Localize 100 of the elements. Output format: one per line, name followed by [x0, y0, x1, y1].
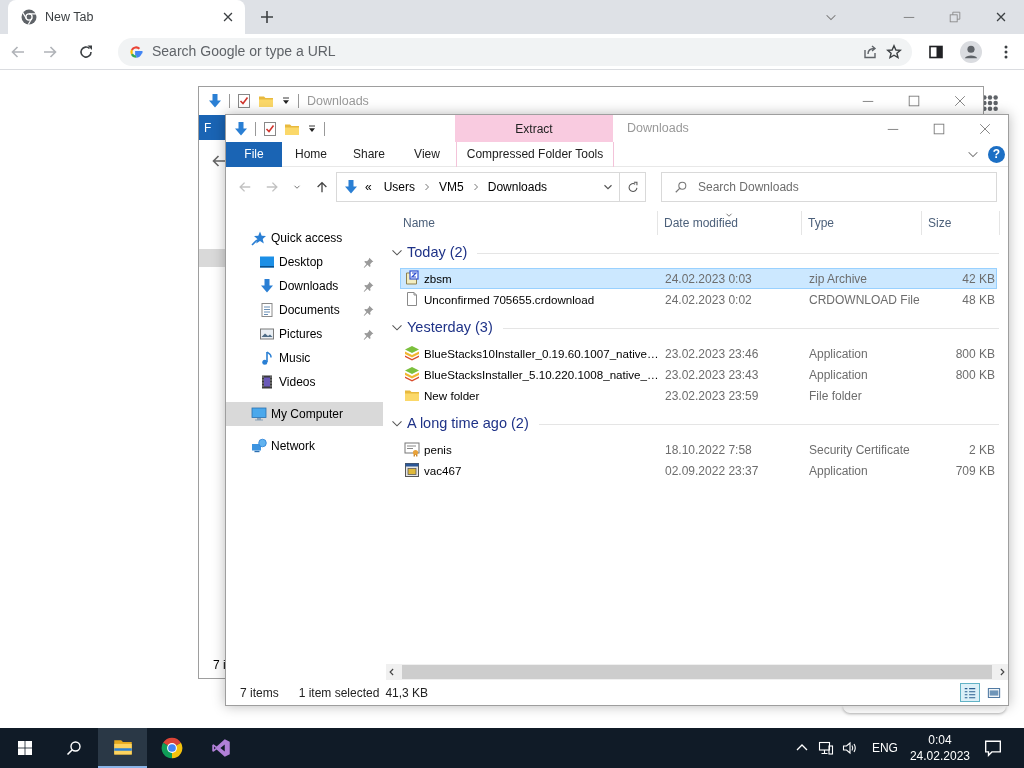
file-row[interactable]: penis 18.10.2022 7:58 Security Certificate 2 KB	[400, 439, 997, 460]
music-note-icon	[259, 350, 275, 366]
certificate-icon	[404, 441, 420, 458]
column-header[interactable]: Size	[922, 211, 1000, 235]
file-name: BlueStacks10Installer_0.19.60.1007_native…	[424, 345, 659, 362]
ribbon-tab[interactable]: View	[398, 141, 456, 167]
search-icon[interactable]	[65, 740, 82, 756]
search-icon	[674, 180, 688, 194]
nav-item[interactable]: Videos	[226, 370, 383, 394]
download-arrow-icon[interactable]	[207, 93, 223, 109]
file-name: penis	[424, 441, 452, 458]
browser-icon[interactable]	[160, 737, 183, 759]
file-type: CRDOWNLOAD File	[809, 292, 920, 307]
address-bar[interactable]: « Users VM5 Downloads	[336, 172, 646, 202]
status-text: 1 item selected	[298, 684, 380, 702]
language-indicator[interactable]: ENG	[871, 739, 898, 757]
file-row[interactable]: vac467 02.09.2022 23:37 Application 709 KB	[400, 460, 997, 481]
nav-item[interactable]: Quick access	[226, 226, 383, 250]
clock-date[interactable]: 24.02.2023	[909, 748, 970, 764]
address-bar[interactable]: Search Google or type a URL	[118, 37, 912, 66]
clock-time[interactable]: 0:04	[909, 732, 970, 748]
reload-icon[interactable]	[78, 43, 94, 60]
close-icon[interactable]	[994, 10, 1008, 24]
nav-item[interactable]: My Computer	[226, 402, 383, 426]
file-type: Application	[809, 463, 868, 478]
close-tab-icon[interactable]	[221, 10, 235, 24]
file-row[interactable]: New folder 23.02.2023 23:59 File folder	[400, 385, 997, 406]
file-date: 02.09.2022 23:37	[665, 463, 759, 478]
column-header[interactable]: Date modified	[658, 211, 802, 235]
document-icon	[259, 302, 275, 318]
close-icon[interactable]	[978, 121, 992, 136]
windows-logo-icon[interactable]	[16, 740, 33, 756]
ribbon-tab[interactable]: F	[199, 115, 225, 140]
new-tab-icon[interactable]	[259, 9, 275, 25]
volume-icon[interactable]	[841, 740, 858, 756]
download-arrow-icon[interactable]	[233, 120, 249, 137]
file-date: 23.02.2023 23:46	[665, 346, 759, 361]
file-type: zip Archive	[809, 271, 868, 286]
file-row[interactable]: Unconfirmed 705655.crdownload 24.02.2023 0:02 CRDOWNLOAD File 48 KB	[400, 289, 997, 310]
nav-item[interactable]: Documents	[226, 298, 383, 322]
file-date: 24.02.2023 0:03	[665, 271, 752, 286]
refresh-icon[interactable]	[625, 180, 640, 194]
share-icon[interactable]	[862, 43, 878, 60]
column-header[interactable]: Name	[400, 211, 658, 235]
download-arrow-icon	[259, 278, 275, 294]
group-header[interactable]: A long time ago (2)	[407, 413, 529, 435]
notifications-icon[interactable]	[984, 739, 1002, 757]
profile-icon[interactable]	[960, 40, 982, 63]
nav-item[interactable]: Music	[226, 346, 383, 370]
ribbon-tab[interactable]: Share	[340, 141, 398, 167]
stacked-layers-icon	[404, 366, 420, 383]
film-icon	[259, 374, 275, 390]
omnibox-input[interactable]: Search Google or type a URL	[152, 41, 854, 62]
network-icon[interactable]	[817, 740, 834, 756]
search-field[interactable]: Search Downloads	[661, 172, 997, 202]
nav-item[interactable]: Network	[226, 434, 383, 458]
nav-label: Videos	[279, 374, 316, 391]
monitor-icon	[251, 406, 267, 422]
help-button[interactable]: ?	[988, 145, 1005, 163]
desktop-icon	[259, 254, 275, 270]
file-name: vac467	[424, 462, 462, 479]
picture-icon	[259, 326, 275, 342]
nav-item[interactable]: Pictures	[226, 322, 383, 346]
star-icon[interactable]	[886, 43, 902, 60]
breadcrumb[interactable]: Downloads	[487, 178, 548, 196]
nav-item[interactable]: Downloads	[226, 274, 383, 298]
ribbon-tab[interactable]: Home	[282, 141, 340, 167]
browser-tab[interactable]: New Tab	[8, 0, 245, 34]
up-icon[interactable]	[315, 180, 329, 194]
file-icon	[404, 291, 420, 308]
context-tab-header: Extract	[455, 115, 613, 142]
file-row[interactable]: BlueStacks10Installer_0.19.60.1007_native… 23.02.2023 23:46 Application 800 KB	[400, 343, 997, 364]
side-panel-icon[interactable]	[928, 43, 944, 60]
infinity-logo-icon[interactable]	[210, 738, 231, 758]
application-icon	[404, 462, 420, 479]
file-row[interactable]: zbsm 24.02.2023 0:03 zip Archive 42 KB	[400, 268, 997, 289]
group-header[interactable]: Yesterday (3)	[407, 317, 493, 339]
properties-icon[interactable]	[236, 93, 252, 109]
file-size: 2 KB	[969, 442, 995, 457]
file-tab[interactable]: File	[226, 141, 282, 167]
nav-label: Desktop	[279, 254, 324, 271]
context-tab[interactable]: Compressed Folder Tools	[456, 141, 614, 167]
folder-icon[interactable]	[112, 737, 133, 757]
chrome-icon	[21, 9, 37, 25]
status-text: 7 i	[213, 658, 226, 672]
group-header[interactable]: Today (2)	[407, 242, 468, 264]
nav-item[interactable]: Desktop	[226, 250, 383, 274]
close-icon[interactable]	[953, 94, 967, 108]
file-name: New folder	[424, 387, 480, 404]
breadcrumb-overflow[interactable]: «	[365, 178, 372, 196]
downloads-icon	[343, 179, 359, 195]
properties-icon[interactable]	[262, 120, 278, 137]
breadcrumb[interactable]: VM5	[439, 178, 464, 196]
taskbar-button[interactable]	[98, 728, 147, 768]
nav-label: Network	[271, 438, 315, 455]
horizontal-scrollbar[interactable]	[386, 664, 1008, 680]
column-header[interactable]: Type	[802, 211, 922, 235]
file-row[interactable]: BlueStacksInstaller_5.10.220.1008_native_… 23.02.2023 23:43 Application 800 KB	[400, 364, 997, 385]
back-icon[interactable]	[211, 153, 227, 169]
breadcrumb[interactable]: Users	[383, 178, 416, 196]
